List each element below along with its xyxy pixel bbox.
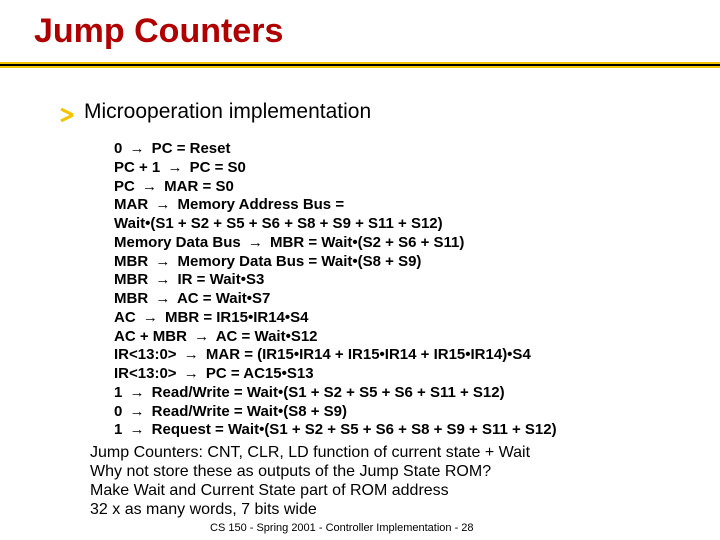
arrow-icon: → bbox=[152, 271, 173, 290]
microop-line: Memory Data Bus → MBR = Wait•(S2 + S6 + … bbox=[114, 234, 557, 253]
slide-footer: CS 150 - Spring 2001 - Controller Implem… bbox=[210, 522, 474, 534]
microop-line: Wait•(S1 + S2 + S5 + S6 + S8 + S9 + S11 … bbox=[114, 215, 557, 234]
arrow-icon: → bbox=[127, 421, 148, 440]
arrow-icon: → bbox=[191, 328, 212, 347]
microop-line: PC → MAR = S0 bbox=[114, 178, 557, 197]
microop-line: MBR → Memory Data Bus = Wait•(S8 + S9) bbox=[114, 253, 557, 272]
arrow-icon: → bbox=[127, 384, 148, 403]
arrow-icon: → bbox=[164, 159, 185, 178]
summary-line: 32 x as many words, 7 bits wide bbox=[90, 501, 530, 520]
microop-line: MBR → AC = Wait•S7 bbox=[114, 290, 557, 309]
subtitle-bullet-icon bbox=[60, 108, 74, 122]
microop-line: AC + MBR → AC = Wait•S12 bbox=[114, 328, 557, 347]
microop-line: IR<13:0> → MAR = (IR15•IR14 + IR15•IR14 … bbox=[114, 346, 557, 365]
title-underline bbox=[0, 62, 720, 68]
microop-line: MBR → IR = Wait•S3 bbox=[114, 271, 557, 290]
arrow-icon: → bbox=[140, 309, 161, 328]
page-title: Jump Counters bbox=[34, 12, 283, 51]
arrow-icon: → bbox=[152, 196, 173, 215]
summary-block: Jump Counters: CNT, CLR, LD function of … bbox=[90, 444, 530, 520]
microop-line: 1 → Read/Write = Wait•(S1 + S2 + S5 + S6… bbox=[114, 384, 557, 403]
microop-line: 0 → PC = Reset bbox=[114, 140, 557, 159]
summary-line: Make Wait and Current State part of ROM … bbox=[90, 482, 530, 501]
microop-line: 1 → Request = Wait•(S1 + S2 + S5 + S6 + … bbox=[114, 421, 557, 440]
arrow-icon: → bbox=[127, 403, 148, 422]
microop-line: MAR → Memory Address Bus = bbox=[114, 196, 557, 215]
arrow-icon: → bbox=[181, 346, 202, 365]
arrow-icon: → bbox=[152, 290, 173, 309]
subtitle: Microoperation implementation bbox=[84, 100, 371, 124]
summary-line: Jump Counters: CNT, CLR, LD function of … bbox=[90, 444, 530, 463]
arrow-icon: → bbox=[139, 178, 160, 197]
microop-line: 0 → Read/Write = Wait•(S8 + S9) bbox=[114, 403, 557, 422]
microop-line: PC + 1 → PC = S0 bbox=[114, 159, 557, 178]
summary-line: Why not store these as outputs of the Ju… bbox=[90, 463, 530, 482]
microop-line: IR<13:0> → PC = AC15•S13 bbox=[114, 365, 557, 384]
arrow-icon: → bbox=[152, 253, 173, 272]
arrow-icon: → bbox=[127, 140, 148, 159]
arrow-icon: → bbox=[245, 234, 266, 253]
microop-line: AC → MBR = IR15•IR14•S4 bbox=[114, 309, 557, 328]
microoperations-list: 0 → PC = ResetPC + 1 → PC = S0PC → MAR =… bbox=[114, 140, 557, 440]
arrow-icon: → bbox=[181, 365, 202, 384]
